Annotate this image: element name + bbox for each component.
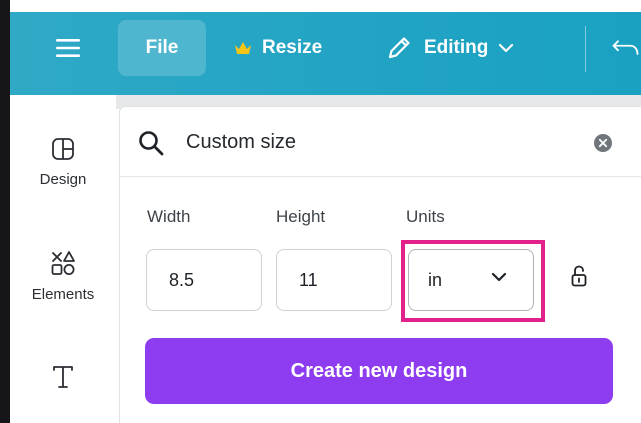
height-field[interactable]: 11 <box>276 249 392 311</box>
side-navigation: Design Elements <box>10 95 116 423</box>
width-label: Width <box>147 207 191 226</box>
hamburger-menu-icon <box>56 39 80 57</box>
top-toolbar: File Resize Editing <box>10 12 641 95</box>
create-new-design-button[interactable]: Create new design <box>145 338 613 404</box>
crown-icon <box>235 42 251 54</box>
sidebar-item-label: Elements <box>31 286 95 303</box>
menu-button[interactable] <box>50 30 86 66</box>
toolbar-divider <box>585 26 586 72</box>
chevron-down-icon <box>499 43 514 53</box>
shapes-icon <box>51 251 75 275</box>
resize-button[interactable]: Resize <box>234 30 322 66</box>
width-value: 8.5 <box>169 269 195 290</box>
search-icon <box>139 131 164 156</box>
file-button[interactable]: File <box>118 20 206 76</box>
window-edge <box>0 0 10 423</box>
height-label: Height <box>276 207 326 226</box>
sidebar-item-elements[interactable]: Elements <box>10 250 116 303</box>
custom-size-search[interactable]: Custom size <box>120 107 641 177</box>
height-value: 11 <box>299 269 318 290</box>
units-dropdown[interactable]: in <box>408 249 534 311</box>
resize-label: Resize <box>262 37 323 58</box>
create-button-label: Create new design <box>290 359 468 382</box>
text-icon <box>53 366 73 388</box>
search-input[interactable]: Custom size <box>186 131 296 154</box>
sidebar-item-design[interactable]: Design <box>10 137 116 188</box>
clear-icon[interactable] <box>594 134 612 152</box>
resize-panel: Custom size Width Height Units 8.5 11 in… <box>119 106 641 423</box>
file-label: File <box>145 37 179 58</box>
units-value: in <box>428 269 443 290</box>
undo-icon <box>612 40 639 55</box>
width-field[interactable]: 8.5 <box>146 249 262 311</box>
unlocked-icon[interactable] <box>571 265 587 287</box>
layout-icon <box>52 138 74 160</box>
units-label: Units <box>406 207 445 226</box>
sidebar-item-text[interactable] <box>10 365 116 399</box>
undo-button[interactable] <box>612 30 641 66</box>
editing-mode-button[interactable]: Editing <box>386 28 514 68</box>
pencil-icon <box>388 37 410 59</box>
chevron-down-icon <box>491 272 507 282</box>
sidebar-item-label: Design <box>39 171 87 188</box>
editing-label: Editing <box>424 37 489 58</box>
